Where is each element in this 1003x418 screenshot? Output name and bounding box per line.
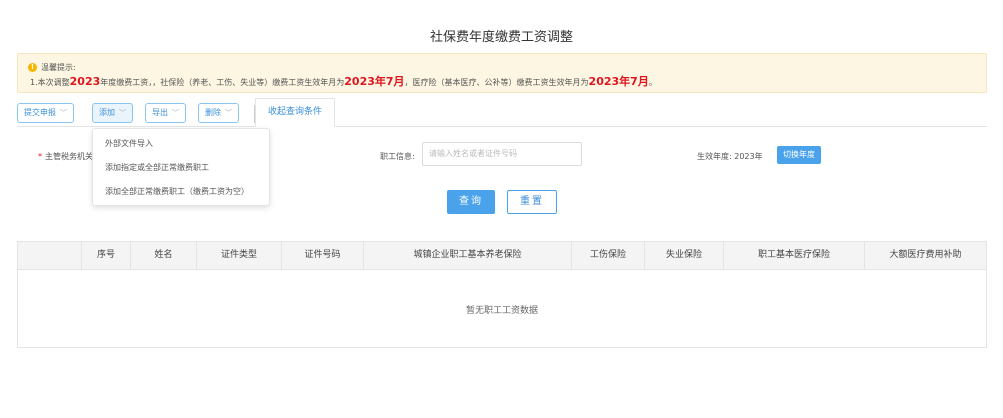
tab-divider xyxy=(17,126,987,127)
notice-text: 1.本次调整2023年度缴费工资，，社保险（养老、工伤、失业等）缴费工资生效年月… xyxy=(30,73,657,89)
delete-label: 删除 xyxy=(205,108,221,117)
submit-dropdown-button[interactable]: 提交申报 ﹀ xyxy=(17,103,74,123)
menu-item-add-specified[interactable]: 添加指定或全部正常缴费职工 xyxy=(105,162,209,173)
menu-item-add-all[interactable]: 添加全部正常缴费职工（缴费工资为空） xyxy=(105,186,249,197)
required-mark: * xyxy=(38,152,42,161)
notice-month-highlight: 2023年7月 xyxy=(588,75,649,88)
query-button[interactable]: 查询 xyxy=(447,190,495,214)
tax-office-label: 主管税务机关 xyxy=(45,152,93,161)
employee-search-input[interactable]: 请输入姓名或者证件号码 xyxy=(422,142,582,166)
tab-collapse-query[interactable]: 收起查询条件 xyxy=(255,98,336,127)
notice-year-highlight: 2023 xyxy=(69,75,101,88)
notice-month-highlight: 2023年7月 xyxy=(344,75,405,88)
column-header: 失业保险 xyxy=(644,242,723,269)
add-dropdown-button[interactable]: 添加 ﹀ xyxy=(92,103,133,123)
submit-label: 提交申报 xyxy=(24,108,56,117)
menu-item-import-file[interactable]: 外部文件导入 xyxy=(105,138,153,149)
chevron-down-icon: ﹀ xyxy=(119,109,126,117)
notice-banner: ! 温馨提示: 1.本次调整2023年度缴费工资，，社保险（养老、工伤、失业等）… xyxy=(17,53,987,93)
tax-office-field-label: * 主管税务机关 xyxy=(38,151,93,162)
page-title: 社保费年度缴费工资调整 xyxy=(429,30,573,45)
reset-button[interactable]: 重置 xyxy=(507,190,557,214)
switch-year-button[interactable]: 切换年度 xyxy=(777,146,821,164)
add-label: 添加 xyxy=(99,108,115,117)
notice-text-part: 。 xyxy=(648,78,657,87)
column-header: 城镇企业职工基本养老保险 xyxy=(363,242,571,269)
chevron-down-icon: ﹀ xyxy=(60,109,67,117)
column-header: 工伤保险 xyxy=(571,242,644,269)
column-header: 姓名 xyxy=(130,242,196,269)
add-dropdown-menu: 外部文件导入 添加指定或全部正常缴费职工 添加全部正常缴费职工（缴费工资为空） xyxy=(92,128,270,206)
empty-state-text: 暂无职工工资数据 xyxy=(465,306,538,316)
export-label: 导出 xyxy=(152,108,168,117)
warning-icon: ! xyxy=(28,63,37,72)
column-header: 序号 xyxy=(81,242,130,269)
column-header: 证件类型 xyxy=(196,242,281,269)
effective-year-label: 生效年度: 2023年 xyxy=(697,152,763,161)
chevron-down-icon: ﹀ xyxy=(225,109,232,117)
notice-text-part: ，医疗险（基本医疗、公补等）缴费工资生效年月为 xyxy=(404,78,589,87)
column-header: 职工基本医疗保险 xyxy=(723,242,864,269)
employee-info-label: 职工信息: xyxy=(380,152,415,161)
column-header: 大额医疗费用补助 xyxy=(864,242,986,269)
salary-table: 序号 姓名 证件类型 证件号码 城镇企业职工基本养老保险 工伤保险 失业保险 职… xyxy=(17,241,987,348)
notice-title: 温馨提示: xyxy=(41,63,76,72)
export-dropdown-button[interactable]: 导出 ﹀ xyxy=(145,103,186,123)
chevron-down-icon: ﹀ xyxy=(172,109,179,117)
notice-text-part: 年度缴费工资，，社保险（养老、工伤、失业等）缴费工资生效年月为 xyxy=(100,78,345,87)
delete-dropdown-button[interactable]: 删除 ﹀ xyxy=(198,103,239,123)
table-header: 序号 姓名 证件类型 证件号码 城镇企业职工基本养老保险 工伤保险 失业保险 职… xyxy=(18,242,986,270)
column-header: 证件号码 xyxy=(281,242,363,269)
column-select xyxy=(18,242,81,269)
notice-text-part: 1.本次调整 xyxy=(30,78,70,87)
